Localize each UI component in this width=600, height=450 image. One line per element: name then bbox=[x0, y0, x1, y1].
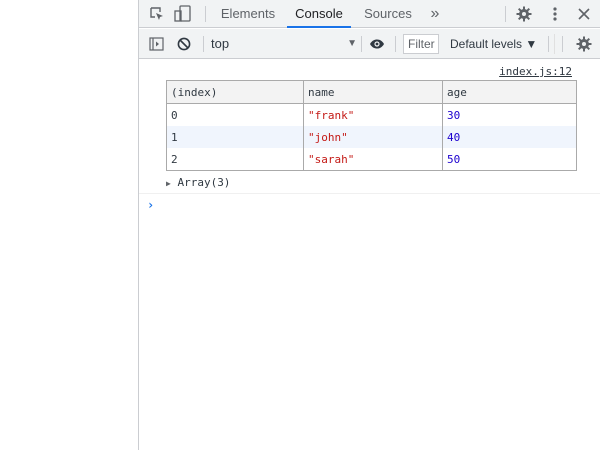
source-link[interactable]: index.js:12 bbox=[499, 65, 572, 78]
cell-age: 30 bbox=[442, 103, 577, 126]
table-header-row: (index) name age bbox=[166, 80, 577, 104]
inspect-element-icon[interactable] bbox=[147, 0, 167, 28]
console-toolbar: top ▼ Filter Default levels ▼ bbox=[139, 29, 600, 59]
dropdown-arrow-icon: ▼ bbox=[347, 38, 357, 49]
tab-sources[interactable]: Sources bbox=[359, 0, 417, 28]
cell-index: 0 bbox=[166, 103, 304, 126]
table-row: 2 "sarah" 50 bbox=[166, 148, 577, 171]
toolbar-divider bbox=[562, 36, 563, 52]
cell-name: "john" bbox=[303, 126, 443, 148]
devtools-tabbar: Elements Console Sources » bbox=[139, 0, 600, 28]
close-icon[interactable] bbox=[573, 0, 595, 28]
table-row: 1 "john" 40 bbox=[166, 126, 577, 148]
toolbar-divider bbox=[548, 36, 549, 52]
toolbar-divider bbox=[203, 36, 204, 52]
more-tabs-button[interactable]: » bbox=[423, 0, 447, 28]
console-settings-gear-icon[interactable] bbox=[573, 29, 595, 59]
log-levels-dropdown[interactable]: Default levels ▼ bbox=[450, 29, 537, 59]
cell-index: 2 bbox=[166, 148, 304, 171]
expand-triangle-icon: ▶ bbox=[166, 179, 171, 188]
page-viewport bbox=[0, 0, 139, 450]
tabbar-divider bbox=[205, 6, 206, 22]
filter-input[interactable]: Filter bbox=[403, 34, 439, 54]
array-summary[interactable]: ▶ Array(3) bbox=[166, 176, 230, 189]
toolbar-divider bbox=[395, 36, 396, 52]
tabbar-divider bbox=[505, 6, 506, 22]
column-header-index[interactable]: (index) bbox=[166, 80, 304, 104]
cell-name: "frank" bbox=[303, 103, 443, 126]
clear-console-icon[interactable] bbox=[175, 29, 193, 59]
cell-age: 40 bbox=[442, 126, 577, 148]
console-prompt-icon[interactable]: › bbox=[147, 198, 154, 212]
toggle-sidebar-icon[interactable] bbox=[147, 29, 165, 59]
devtools-panel: Elements Console Sources » top ▼ Filter … bbox=[139, 0, 600, 450]
cell-index: 1 bbox=[166, 126, 304, 148]
array-summary-label: Array(3) bbox=[177, 176, 231, 189]
column-header-age[interactable]: age bbox=[442, 80, 577, 104]
cell-age: 50 bbox=[442, 148, 577, 171]
toolbar-divider bbox=[361, 36, 362, 52]
entry-divider bbox=[139, 193, 600, 194]
context-value: top bbox=[211, 36, 230, 51]
console-table: (index) name age 0 "frank" 30 1 "john" 4… bbox=[166, 80, 577, 171]
column-header-name[interactable]: name bbox=[303, 80, 443, 104]
settings-gear-icon[interactable] bbox=[513, 0, 535, 28]
table-row: 0 "frank" 30 bbox=[166, 103, 577, 126]
device-toolbar-icon[interactable] bbox=[173, 0, 193, 28]
tab-elements[interactable]: Elements bbox=[215, 0, 281, 28]
toolbar-divider bbox=[554, 34, 555, 54]
console-output: index.js:12 (index) name age 0 "frank" 3… bbox=[139, 59, 600, 450]
tab-console[interactable]: Console bbox=[287, 0, 351, 28]
more-options-icon[interactable] bbox=[545, 0, 565, 28]
context-selector[interactable]: top ▼ bbox=[211, 29, 361, 59]
live-expression-eye-icon[interactable] bbox=[367, 29, 387, 59]
cell-name: "sarah" bbox=[303, 148, 443, 171]
